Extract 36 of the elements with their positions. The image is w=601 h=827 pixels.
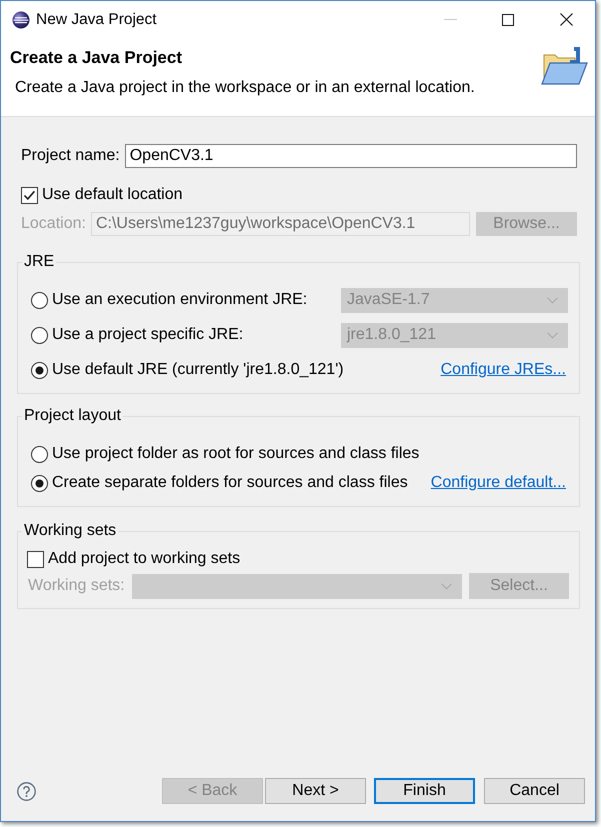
group-title: Project layout [23,406,122,426]
next-button[interactable]: Next > [265,778,366,804]
chevron-down-icon [441,582,452,590]
link[interactable]: Configure JREs... [440,361,566,379]
radio-button[interactable] [31,446,48,462]
checkbox-label[interactable]: Use default location [42,186,183,204]
radio-label[interactable]: Use an execution environment JRE: [52,291,308,309]
field-label: Location: [21,215,86,233]
checkbox-label[interactable]: Add project to working sets [48,550,240,568]
cancel-button[interactable]: Cancel [484,778,585,804]
radio-button[interactable] [31,326,48,344]
window-title: New Java Project [36,10,157,28]
checkbox[interactable] [27,550,44,568]
folder-icon [540,46,588,86]
field-label: Project name: [21,147,120,165]
field-label: Working sets: [28,577,125,595]
striped-sphere-icon [12,10,30,28]
page-title: Create a Java Project [10,48,183,68]
page-description: Create a Java project in the workspace or in an external location. [15,78,476,98]
radio-label[interactable]: Use default JRE (currently 'jre1.8.0_121') [52,361,344,379]
checkbox[interactable] [21,186,38,204]
radio-label[interactable]: Create separate folders for sources and class files [52,474,408,492]
radio-label[interactable]: Use a project specific JRE: [52,326,244,344]
group-title: JRE [23,252,56,272]
text-field[interactable]: OpenCV3.1 [124,144,577,168]
chevron-down-icon [547,296,558,304]
finish-button[interactable]: Finish [374,778,475,804]
radio-label[interactable]: Use project folder as root for sources and class files [52,445,420,463]
link[interactable]: Configure default... [430,474,566,492]
radio-button[interactable] [31,474,48,492]
radio-button[interactable] [31,362,48,378]
help-button[interactable] [16,780,37,802]
group-title: Working sets [23,521,118,541]
chevron-down-icon [547,332,558,338]
radio-button[interactable] [31,292,48,308]
help-icon [17,782,36,800]
